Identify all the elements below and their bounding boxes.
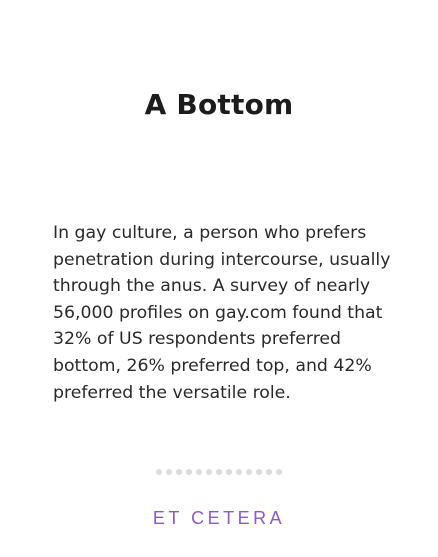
term-card[interactable]: A Bottom In gay culture, a person who pr… bbox=[0, 0, 438, 557]
term-definition: In gay culture, a person who prefers pen… bbox=[53, 223, 391, 403]
pagination-dot[interactable] bbox=[266, 469, 272, 475]
pagination-dot[interactable] bbox=[226, 469, 232, 475]
term-title: A Bottom bbox=[144, 88, 294, 121]
pagination-dot[interactable] bbox=[246, 469, 252, 475]
pagination-dot[interactable] bbox=[186, 469, 192, 475]
pagination-dot[interactable] bbox=[276, 469, 282, 475]
pagination-dot[interactable] bbox=[176, 469, 182, 475]
pagination-dot[interactable] bbox=[236, 469, 242, 475]
brand-label: ET CETERA bbox=[152, 508, 286, 528]
pagination-dot[interactable] bbox=[166, 469, 172, 475]
pagination-dot[interactable] bbox=[196, 469, 202, 475]
pagination-dot[interactable] bbox=[206, 469, 212, 475]
pagination-dot[interactable] bbox=[156, 469, 162, 475]
pagination-dot[interactable] bbox=[216, 469, 222, 475]
pagination-dot[interactable] bbox=[256, 469, 262, 475]
pagination-dots[interactable] bbox=[0, 468, 438, 476]
